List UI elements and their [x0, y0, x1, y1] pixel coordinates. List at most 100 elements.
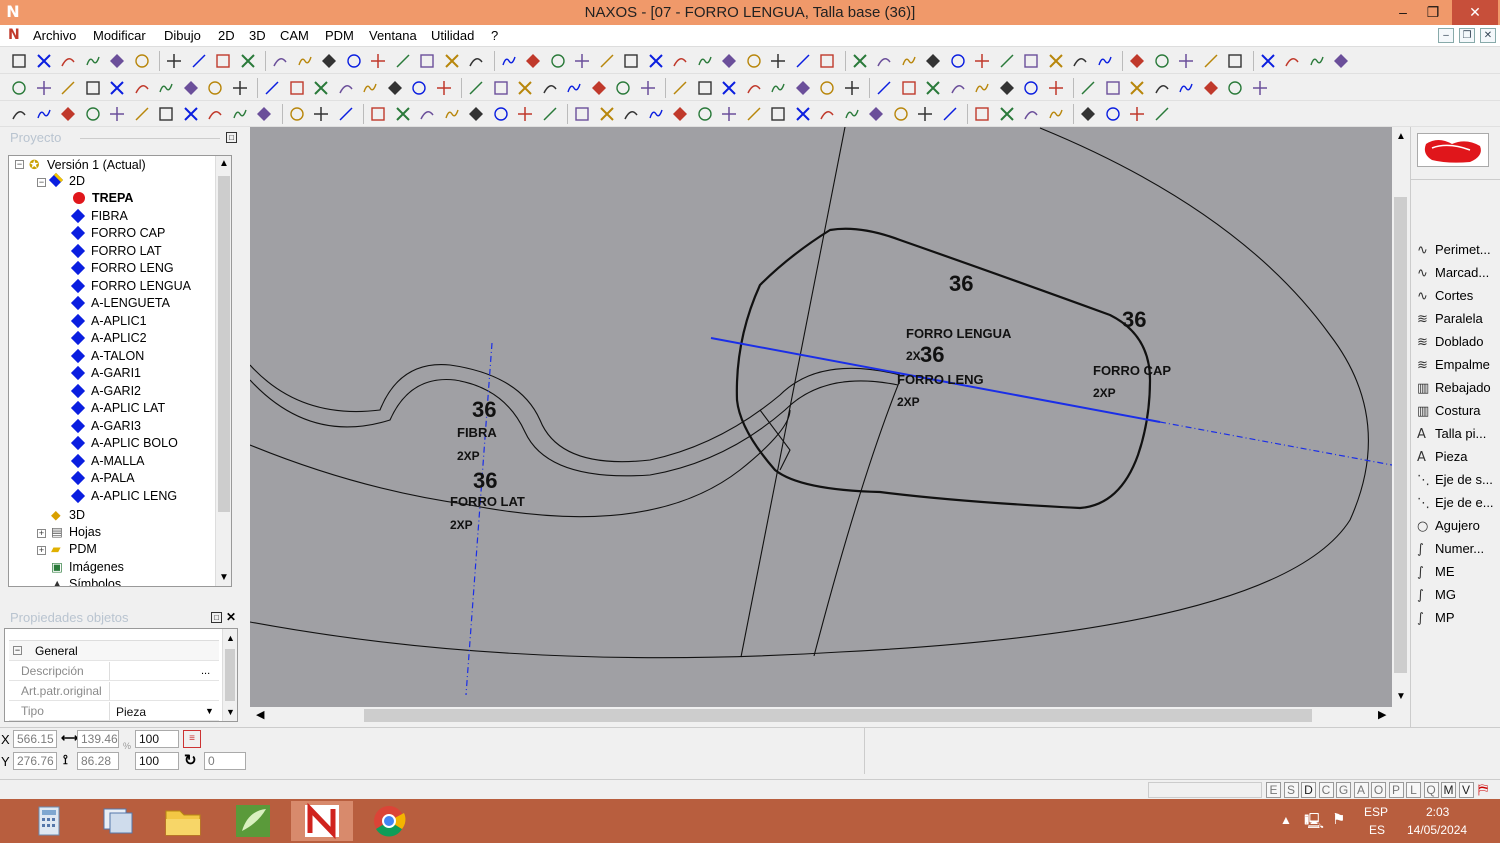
toolbar-tool-icon[interactable]: [410, 79, 428, 97]
toolbar-tool-icon[interactable]: [231, 105, 249, 123]
props-scroll-thumb[interactable]: [225, 649, 235, 701]
toolbar-tool-icon[interactable]: [157, 105, 175, 123]
status-toggle[interactable]: G: [1336, 782, 1351, 798]
toolbar-tool-icon[interactable]: [541, 79, 559, 97]
toolbar-tool-icon[interactable]: [598, 52, 616, 70]
taskbar-explorer-window[interactable]: [86, 801, 148, 841]
layer-item[interactable]: TREPA: [73, 190, 133, 207]
layer-item[interactable]: FORRO LAT: [70, 243, 162, 260]
tool-item[interactable]: ∿ Marcad...: [1417, 262, 1489, 284]
toolbar-tool-icon[interactable]: [312, 105, 330, 123]
label-forro-cap-name[interactable]: FORRO CAP: [1093, 363, 1171, 378]
toolbar-tool-icon[interactable]: [998, 105, 1016, 123]
toolbar-tool-icon[interactable]: [745, 105, 763, 123]
label-forro-lat-name[interactable]: FORRO LAT: [450, 494, 525, 509]
toolbar-tool-icon[interactable]: [435, 79, 453, 97]
label-forro-lengua-size[interactable]: 36: [949, 271, 973, 296]
toolbar-tool-icon[interactable]: [973, 79, 991, 97]
toolbar-tool-icon[interactable]: [851, 52, 869, 70]
menu-modificar[interactable]: Modificar: [93, 28, 146, 43]
toolbar-tool-icon[interactable]: [573, 105, 591, 123]
vscroll-thumb[interactable]: [1394, 197, 1407, 673]
tool-item[interactable]: ⋱ Eje de e...: [1417, 492, 1494, 514]
pin-panel-icon[interactable]: □: [226, 132, 237, 143]
toolbar-tool-icon[interactable]: [1177, 52, 1195, 70]
toolbar-tool-icon[interactable]: [794, 105, 812, 123]
layer-item[interactable]: A-TALON: [70, 348, 144, 365]
toolbar-tool-icon[interactable]: [1047, 79, 1065, 97]
toolbar-tool-icon[interactable]: [108, 52, 126, 70]
label-forro-lengua-qty[interactable]: 2X: [906, 349, 921, 363]
toolbar-tool-icon[interactable]: [1096, 52, 1114, 70]
toolbar-tool-icon[interactable]: [296, 52, 314, 70]
toolbar-tool-icon[interactable]: [622, 52, 640, 70]
layer-item[interactable]: FORRO CAP: [70, 225, 165, 242]
axis-line-dashed[interactable]: [1159, 421, 1392, 466]
taskbar-chrome[interactable]: [358, 801, 420, 841]
action-center-flag-icon[interactable]: ⚑: [1332, 810, 1345, 828]
toolbar-tool-icon[interactable]: [467, 105, 485, 123]
toolbar-tool-icon[interactable]: [1079, 105, 1097, 123]
status-toggle[interactable]: L: [1406, 782, 1421, 798]
toolbar-tool-icon[interactable]: [696, 79, 714, 97]
toolbar-tool-icon[interactable]: [639, 79, 657, 97]
toolbar-tool-icon[interactable]: [949, 52, 967, 70]
mdi-minimize-button[interactable]: –: [1438, 28, 1454, 43]
toolbar-tool-icon[interactable]: [182, 79, 200, 97]
layer-item[interactable]: A-PALA: [70, 470, 135, 487]
toolbar-tool-icon[interactable]: [598, 105, 616, 123]
outline-fibra-inner[interactable]: [250, 378, 899, 477]
tool-item[interactable]: ∫ ME: [1417, 561, 1455, 583]
toolbar-tool-icon[interactable]: [924, 79, 942, 97]
tool-item[interactable]: ∫ MP: [1417, 607, 1455, 629]
toolbar-tool-icon[interactable]: [696, 52, 714, 70]
label-fibra-size[interactable]: 36: [472, 397, 496, 422]
angle-field[interactable]: 0: [204, 752, 246, 770]
toolbar-tool-icon[interactable]: [745, 52, 763, 70]
toolbar-tool-icon[interactable]: [973, 52, 991, 70]
toolbar-tool-icon[interactable]: [35, 52, 53, 70]
toolbar-tool-icon[interactable]: [998, 79, 1016, 97]
toolbar-tool-icon[interactable]: [1128, 79, 1146, 97]
toolbar-tool-icon[interactable]: [312, 79, 330, 97]
scroll-down-icon[interactable]: ▼: [219, 572, 229, 583]
toolbar-tool-icon[interactable]: [1022, 79, 1040, 97]
toolbar-tool-icon[interactable]: [1308, 52, 1326, 70]
toolbar-tool-icon[interactable]: [182, 105, 200, 123]
toolbar-tool-icon[interactable]: [467, 52, 485, 70]
status-toggle[interactable]: O: [1371, 782, 1386, 798]
toolbar-tool-icon[interactable]: [214, 52, 232, 70]
toolbar-tool-icon[interactable]: [818, 79, 836, 97]
tree-scrollbar[interactable]: ▲ ▼: [215, 156, 231, 586]
toolbar-tool-icon[interactable]: [369, 105, 387, 123]
tool-item[interactable]: ∫ MG: [1417, 584, 1456, 606]
prop-descripcion-button[interactable]: ...: [201, 661, 210, 681]
toolbar-tool-icon[interactable]: [492, 105, 510, 123]
toolbar-tool-icon[interactable]: [924, 52, 942, 70]
toolbar-tool-icon[interactable]: [443, 52, 461, 70]
toolbar-tool-icon[interactable]: [614, 79, 632, 97]
hscroll-right-icon[interactable]: ▶: [1378, 708, 1386, 721]
menu-utilidad[interactable]: Utilidad: [431, 28, 474, 43]
expand-hojas-icon[interactable]: +: [37, 529, 46, 538]
layer-item[interactable]: A-APLIC LENG: [70, 488, 177, 505]
expand-pdm-icon[interactable]: +: [37, 546, 46, 555]
tray-expand-icon[interactable]: ▲: [1280, 813, 1292, 827]
label-forro-cap-qty[interactable]: 2XP: [1093, 386, 1116, 400]
toolbar-tool-icon[interactable]: [818, 52, 836, 70]
y-coordinate-field[interactable]: 276.76: [13, 752, 57, 770]
width-field[interactable]: 139.46: [77, 730, 119, 748]
tool-item[interactable]: ▥ Rebajado: [1417, 377, 1491, 399]
toolbar-tool-icon[interactable]: [1226, 52, 1244, 70]
taskbar-green-app[interactable]: [222, 801, 284, 841]
toolbar-tool-icon[interactable]: [900, 79, 918, 97]
tree-3d[interactable]: ◆ 3D: [51, 507, 85, 524]
document-logo-icon[interactable]: N: [8, 27, 20, 43]
tool-item[interactable]: ∿ Perimet...: [1417, 239, 1491, 261]
toolbar-tool-icon[interactable]: [394, 52, 412, 70]
canvas-vertical-scrollbar[interactable]: ▲ ▼: [1392, 127, 1409, 707]
tool-item[interactable]: ⋱ Eje de s...: [1417, 469, 1493, 491]
close-button[interactable]: ✕: [1452, 0, 1498, 25]
prop-art-patr-value[interactable]: [109, 682, 221, 700]
vscroll-down-icon[interactable]: ▼: [1396, 691, 1406, 702]
